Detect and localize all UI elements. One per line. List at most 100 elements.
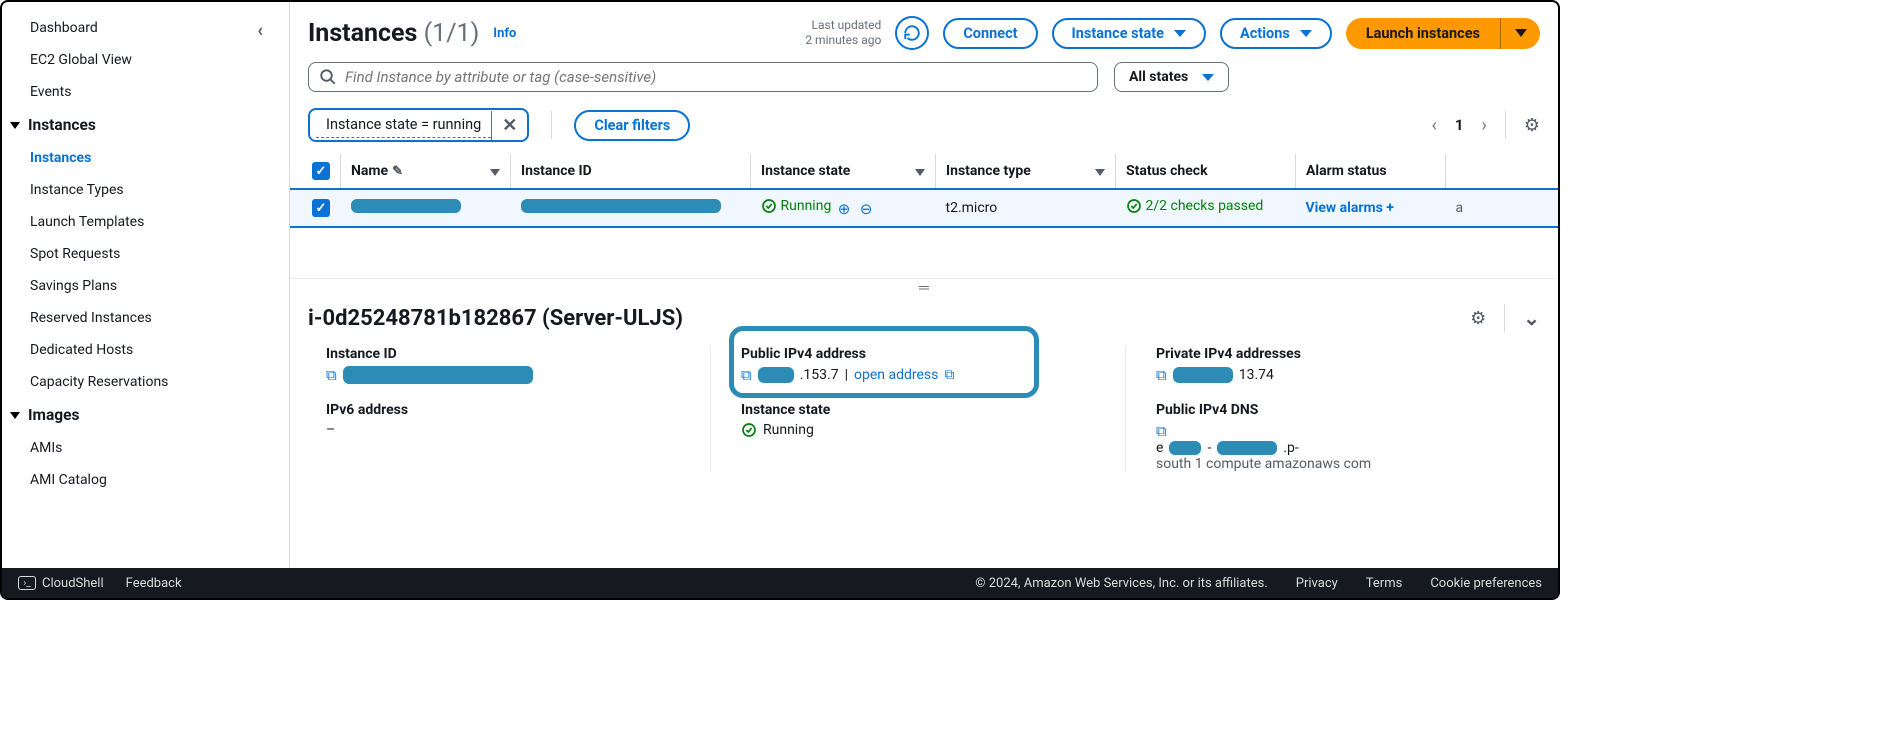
actions-dropdown[interactable]: Actions [1220,18,1332,49]
launch-instances-button[interactable]: Launch instances [1346,18,1500,49]
detail-header: i-0d25248781b182867 (Server-ULJS) ⚙ ⌄ [290,296,1558,340]
copy-icon[interactable]: ⧉ [326,366,337,384]
field-dns-value-3: south 1 compute amazonaws com [1156,456,1520,472]
col-name[interactable]: Name [351,163,388,179]
caret-down-icon [10,122,20,129]
filter-chip: Instance state = running ✕ [308,108,529,142]
cookie-preferences-link[interactable]: Cookie preferences [1430,576,1542,591]
chips-row: Instance state = running ✕ Clear filters… [290,96,1558,154]
sidebar-item-spot-requests[interactable]: Spot Requests [10,238,289,270]
open-address-link[interactable]: open address [854,367,938,383]
sidebar-item-dashboard[interactable]: Dashboard ‹ [10,12,289,44]
instance-state-dropdown[interactable]: Instance state [1052,18,1206,49]
launch-instances-group: Launch instances [1346,18,1540,49]
redacted-value [1217,441,1277,455]
view-alarms-link[interactable]: View alarms [1306,200,1383,216]
field-private-ip-value: ⧉ 13.74 [1156,366,1520,384]
caret-down-icon [10,412,20,419]
redacted-value [343,366,533,384]
detail-col-3: Private IPv4 addresses ⧉ 13.74 Public IP… [1156,346,1540,472]
sidebar-heading-instances[interactable]: Instances [10,108,289,142]
row-checkbox[interactable] [312,199,330,217]
cloudshell-link[interactable]: ›_ CloudShell [18,576,104,591]
zoom-out-icon[interactable]: ⊖ [860,200,873,218]
col-instance-id[interactable]: Instance ID [521,163,592,179]
copy-icon[interactable]: ⧉ [1156,422,1167,440]
table-header-row: Name ✎ Instance ID Instance state Instanc… [290,154,1558,189]
page-header: Instances (1/1) Info Last updated 2 minu… [290,2,1558,58]
field-private-ip-label: Private IPv4 addresses [1156,346,1520,362]
redacted-value [1169,441,1201,455]
divider [1504,304,1505,332]
col-status-check[interactable]: Status check [1126,163,1208,179]
filter-row: All states [290,58,1558,96]
sidebar-item-ami-catalog[interactable]: AMI Catalog [10,464,289,496]
launch-instances-caret[interactable] [1500,18,1540,49]
connect-button[interactable]: Connect [943,18,1037,49]
copyright: © 2024, Amazon Web Services, Inc. or its… [975,576,1268,591]
chevron-left-icon[interactable]: ‹ [257,20,263,41]
sidebar-item-events[interactable]: Events [10,76,289,108]
detail-collapse-icon[interactable]: ⌄ [1523,306,1540,330]
sidebar-heading-images[interactable]: Images [10,398,289,432]
copy-icon[interactable]: ⧉ [741,366,752,384]
resize-handle[interactable]: ═ [290,278,1558,296]
col-instance-type[interactable]: Instance type [946,163,1031,179]
divider [1505,111,1506,139]
check-circle-icon [1126,198,1142,214]
sidebar-item-instances[interactable]: Instances [10,142,289,174]
detail-col-2: Public IPv4 address ⧉ .153.7 | open addr… [741,346,1126,472]
field-public-ip-label: Public IPv4 address [741,346,1105,362]
field-dns-value-2: e - .p- [1156,440,1520,456]
table-row[interactable]: Running ⊕ ⊖ t2.micro 2/2 checks passed V… [290,189,1558,227]
privacy-link[interactable]: Privacy [1296,576,1338,591]
redacted-instance-id [521,199,721,213]
feedback-link[interactable]: Feedback [126,576,182,591]
sidebar-item-savings-plans[interactable]: Savings Plans [10,270,289,302]
sidebar-item-reserved-instances[interactable]: Reserved Instances [10,302,289,334]
add-alarm-icon[interactable]: + [1386,200,1394,216]
copy-icon[interactable]: ⧉ [1156,366,1167,384]
sidebar-item-instance-types[interactable]: Instance Types [10,174,289,206]
sort-icon[interactable] [1095,169,1105,176]
edit-icon[interactable]: ✎ [392,164,403,179]
sidebar-item-amis[interactable]: AMIs [10,432,289,464]
redacted-value [758,367,794,383]
pagination: ‹ 1 › ⚙ [1431,111,1540,139]
terms-link[interactable]: Terms [1366,576,1403,591]
sidebar-item-capacity-reservations[interactable]: Capacity Reservations [10,366,289,398]
field-ipv6-label: IPv6 address [326,402,690,418]
status-checks: 2/2 checks passed [1126,198,1264,214]
col-instance-state[interactable]: Instance state [761,163,850,179]
detail-title: i-0d25248781b182867 (Server-ULJS) [308,306,683,331]
field-public-ip-value: ⧉ .153.7 | open address ⧉ [741,366,1105,384]
last-updated-label: Last updated [805,18,881,33]
zoom-in-icon[interactable]: ⊕ [838,200,851,218]
settings-gear-icon[interactable]: ⚙ [1524,115,1540,136]
col-alarm-status[interactable]: Alarm status [1306,163,1387,179]
select-all-checkbox[interactable] [312,162,330,180]
status-running: Running [761,198,832,214]
filter-chip-remove[interactable]: ✕ [491,111,527,140]
last-updated-value: 2 minutes ago [805,33,881,48]
field-ipv6-value: – [326,422,690,438]
redacted-value [1173,367,1233,383]
sort-icon[interactable] [490,169,500,176]
states-filter-dropdown[interactable]: All states [1114,62,1229,92]
sidebar-item-global-view[interactable]: EC2 Global View [10,44,289,76]
page-title-count: (1/1) [424,19,480,48]
external-link-icon[interactable]: ⧉ [944,367,954,383]
sidebar-item-dedicated-hosts[interactable]: Dedicated Hosts [10,334,289,366]
refresh-button[interactable] [895,16,929,50]
search-input[interactable] [345,68,1087,86]
page-prev[interactable]: ‹ [1431,115,1436,136]
clear-filters-button[interactable]: Clear filters [574,110,690,141]
info-link[interactable]: Info [493,26,516,41]
sort-icon[interactable] [915,169,925,176]
field-dns-label: Public IPv4 DNS [1156,402,1520,418]
detail-settings-icon[interactable]: ⚙ [1470,308,1486,329]
page-next[interactable]: › [1481,115,1486,136]
sidebar-item-launch-templates[interactable]: Launch Templates [10,206,289,238]
search-box[interactable] [308,62,1098,92]
filter-chip-text[interactable]: Instance state = running [316,112,491,138]
